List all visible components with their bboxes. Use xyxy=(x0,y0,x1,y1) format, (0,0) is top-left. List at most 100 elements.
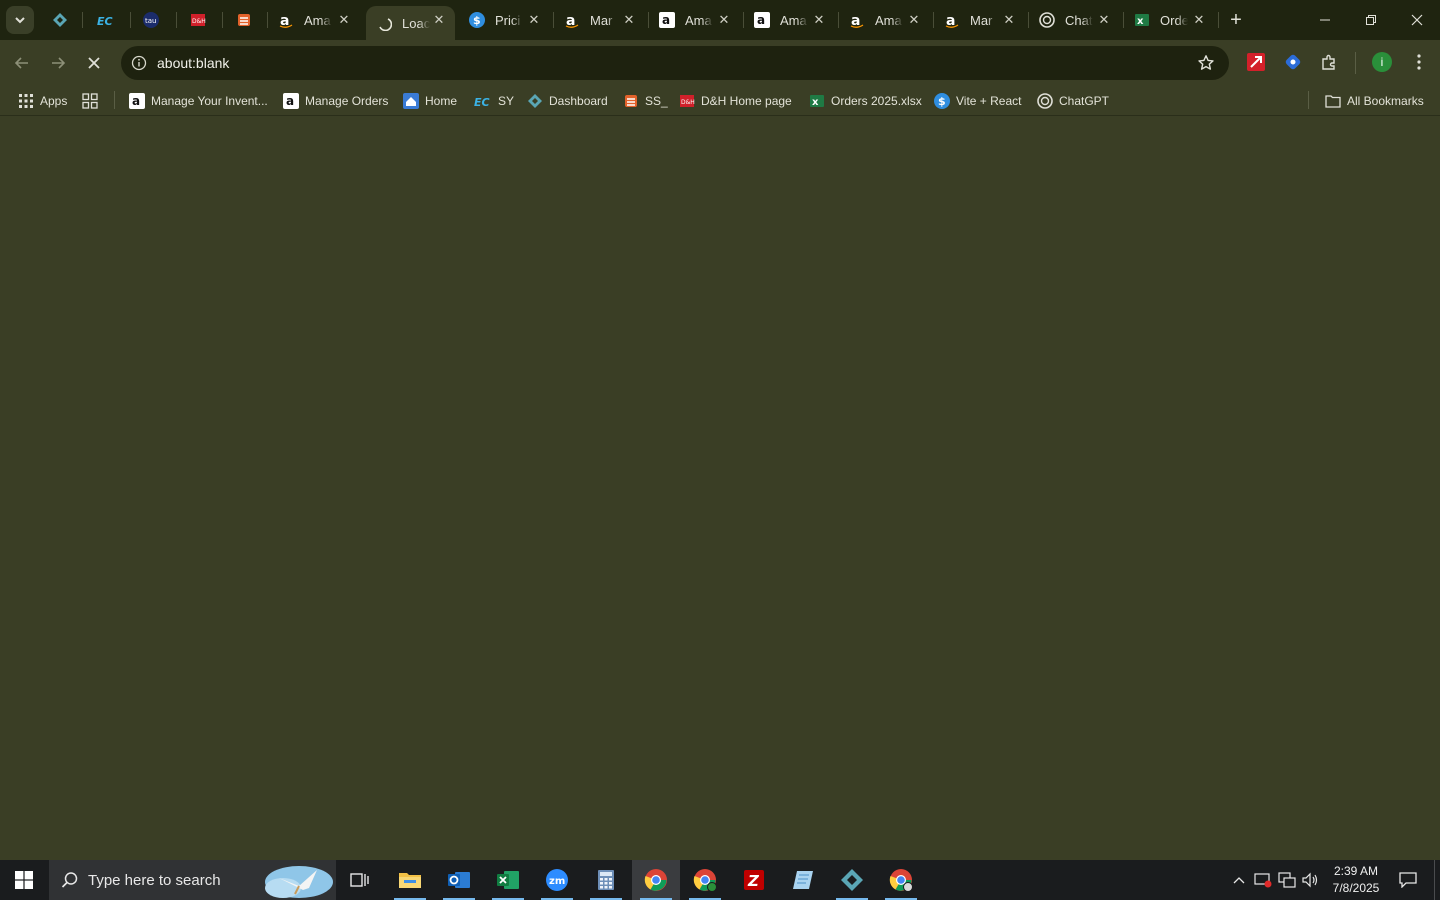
restore-button[interactable] xyxy=(1348,0,1394,40)
taskbar-filezilla[interactable]: Z xyxy=(730,860,778,900)
bookmark-label: Apps xyxy=(40,94,68,108)
tab-dashboard[interactable] xyxy=(52,0,68,40)
volume-icon[interactable] xyxy=(1299,860,1321,900)
dashboard-diamond-icon xyxy=(841,869,863,891)
minimize-button[interactable] xyxy=(1302,0,1348,40)
taskbar-chrome-canary[interactable] xyxy=(877,860,925,900)
taskbar-search-box[interactable]: Type here to search xyxy=(49,860,336,900)
tab-title: Ama xyxy=(875,12,902,28)
taskbar-file-explorer[interactable] xyxy=(386,860,434,900)
chevron-up-icon xyxy=(1233,877,1245,884)
extensions-button[interactable] xyxy=(1318,51,1340,73)
windows-logo-icon xyxy=(15,871,33,889)
dh-logo-icon: D&H xyxy=(190,12,206,28)
action-center-button[interactable] xyxy=(1394,860,1422,900)
tab-amazon-2[interactable]: a Mar ✕ xyxy=(564,0,648,40)
folder-icon xyxy=(1325,93,1341,109)
tab-dh[interactable]: D&H xyxy=(190,0,206,40)
bookmark-home[interactable]: Home xyxy=(403,91,457,111)
taskbar-calculator[interactable] xyxy=(582,860,630,900)
tab-amazon-5[interactable]: a Ama ✕ xyxy=(849,0,933,40)
bookmark-sy[interactable]: EC SY xyxy=(474,91,514,111)
bookmark-manage-inventory[interactable]: a Manage Your Invent... xyxy=(129,91,268,111)
svg-text:a: a xyxy=(132,94,140,108)
close-icon[interactable]: ✕ xyxy=(717,12,731,27)
clock-time: 2:39 AM xyxy=(1333,864,1379,878)
network-icon[interactable] xyxy=(1276,860,1298,900)
tab-orders-excel[interactable]: x Orde ✕ xyxy=(1134,0,1218,40)
taskbar-chrome-profile[interactable] xyxy=(681,860,729,900)
chatgpt-icon xyxy=(1039,12,1055,28)
address-bar[interactable]: about:blank xyxy=(121,46,1229,80)
bookmark-dh-home[interactable]: D&H D&H Home page xyxy=(679,91,792,111)
excel-icon xyxy=(497,871,519,889)
tab-amazon-3[interactable]: a Ama ✕ xyxy=(659,0,743,40)
profile-avatar[interactable]: i xyxy=(1372,52,1392,72)
tab-ss[interactable] xyxy=(236,0,252,40)
amazon-icon: a xyxy=(754,12,770,28)
tab-groups-button[interactable] xyxy=(82,91,104,111)
taskbar-notes-app[interactable] xyxy=(779,860,827,900)
close-icon[interactable]: ✕ xyxy=(527,12,541,27)
taskbar-excel[interactable] xyxy=(484,860,532,900)
tab-amazon-1[interactable]: a Ama ✕ xyxy=(278,0,364,40)
start-button[interactable] xyxy=(0,860,48,900)
notepad-icon xyxy=(793,871,813,889)
forward-button[interactable] xyxy=(44,49,72,77)
bookmark-vite-react[interactable]: $ Vite + React xyxy=(934,91,1021,111)
bookmark-dashboard[interactable]: Dashboard xyxy=(527,91,608,111)
forward-arrow-icon xyxy=(52,57,66,69)
bookmark-star-icon[interactable] xyxy=(1197,54,1215,72)
tab-amazon-6[interactable]: a Mar ✕ xyxy=(944,0,1028,40)
tab-loading-active[interactable]: Loac ✕ xyxy=(366,6,455,40)
blue-puzzle-extension-icon[interactable] xyxy=(1282,51,1304,73)
amazon-icon: a xyxy=(278,12,294,28)
tab-pricing[interactable]: $ Prici ✕ xyxy=(469,0,553,40)
close-icon[interactable]: ✕ xyxy=(907,12,921,27)
taskbar-zoom[interactable]: zm xyxy=(533,860,581,900)
amazon-icon: a xyxy=(129,93,145,109)
tab-tau[interactable]: tau xyxy=(143,0,159,40)
new-tab-button[interactable]: + xyxy=(1224,8,1248,32)
close-icon[interactable]: ✕ xyxy=(1192,12,1206,27)
close-icon[interactable]: ✕ xyxy=(1097,12,1111,27)
taskbar-outlook[interactable] xyxy=(435,860,483,900)
site-info-icon[interactable] xyxy=(129,53,149,73)
tray-security-icon[interactable] xyxy=(1252,860,1274,900)
clock-date: 7/8/2025 xyxy=(1332,881,1380,895)
dollar-icon: $ xyxy=(934,93,950,109)
bookmark-apps[interactable]: Apps xyxy=(18,91,67,111)
dh-logo-icon: D&H xyxy=(679,93,695,109)
puzzle-icon xyxy=(1322,54,1335,70)
close-icon[interactable]: ✕ xyxy=(337,12,351,27)
bookmark-manage-orders[interactable]: a Manage Orders xyxy=(283,91,388,111)
red-arrow-extension-icon[interactable] xyxy=(1245,51,1267,73)
close-icon[interactable]: ✕ xyxy=(812,12,826,27)
show-hidden-icons-button[interactable] xyxy=(1228,860,1250,900)
tab-search-button[interactable] xyxy=(6,6,34,34)
all-bookmarks-button[interactable]: All Bookmarks xyxy=(1325,91,1424,111)
taskbar-chrome-active[interactable] xyxy=(632,860,680,900)
close-icon[interactable]: ✕ xyxy=(1002,12,1016,27)
show-desktop-button[interactable] xyxy=(1434,860,1440,900)
task-view-button[interactable] xyxy=(336,860,384,900)
close-icon[interactable]: ✕ xyxy=(432,12,446,27)
close-icon[interactable]: ✕ xyxy=(622,12,636,27)
system-clock[interactable]: 2:39 AM 7/8/2025 xyxy=(1326,863,1386,897)
tab-amazon-4[interactable]: a Ama ✕ xyxy=(754,0,838,40)
bookmark-chatgpt[interactable]: ChatGPT xyxy=(1037,91,1109,111)
taskbar-dashboard-app[interactable] xyxy=(828,860,876,900)
bookmark-label: Orders 2025.xlsx xyxy=(831,94,922,108)
page-content-blank[interactable] xyxy=(0,117,1440,860)
bookmark-label: ChatGPT xyxy=(1059,94,1110,108)
chrome-menu-button[interactable] xyxy=(1408,51,1430,73)
close-window-button[interactable] xyxy=(1394,0,1440,40)
ss-logo-icon xyxy=(623,93,639,109)
back-button[interactable] xyxy=(8,49,36,77)
stop-loading-button[interactable] xyxy=(80,49,108,77)
tab-chatgpt[interactable]: Chat ✕ xyxy=(1039,0,1123,40)
tab-ec[interactable]: EC xyxy=(97,0,115,40)
bookmark-ss[interactable]: SS_ xyxy=(623,91,668,111)
address-bar-url[interactable]: about:blank xyxy=(157,55,229,71)
bookmark-orders-xlsx[interactable]: x Orders 2025.xlsx xyxy=(809,91,922,111)
